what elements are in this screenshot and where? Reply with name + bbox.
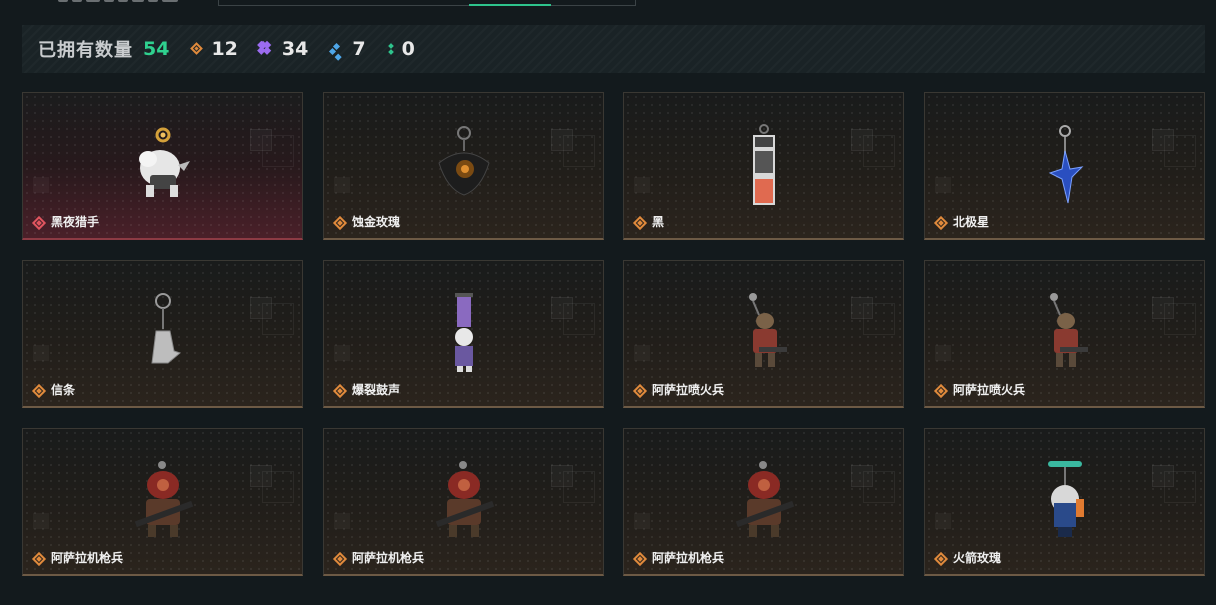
sub-tab-bar[interactable]: [218, 0, 636, 6]
rarity-count: 7: [352, 38, 366, 60]
charm-name: 阿萨拉机枪兵: [652, 551, 725, 565]
machinegunner-charm-icon: [435, 461, 494, 537]
machinegunner-charm-icon: [735, 461, 794, 537]
orange-rarity-diamond-icon: [935, 385, 947, 397]
charm-card[interactable]: 阿萨拉机枪兵: [623, 428, 904, 576]
orange-rarity-diamond-icon: [334, 553, 346, 565]
active-tab-indicator: [469, 4, 551, 6]
rocket-rose-charm-icon: [1047, 461, 1084, 537]
machinegunner-charm-icon: [134, 461, 193, 537]
orange-diamond-icon: [191, 43, 203, 55]
charm-card[interactable]: 阿萨拉机枪兵: [323, 428, 604, 576]
silver-hand-charm-icon: [150, 293, 181, 364]
charm-name: 爆裂鼓声: [352, 383, 401, 397]
charm-name: 黑夜猎手: [51, 215, 100, 229]
flamethrower-soldier-charm-icon: [1049, 293, 1088, 367]
orange-rarity-diamond-icon: [334, 217, 346, 229]
flamethrower-soldier-charm-icon: [748, 293, 787, 367]
orange-rarity-diamond-icon: [634, 217, 646, 229]
orange-rarity-diamond-icon: [634, 553, 646, 565]
charm-name: 北极星: [953, 215, 990, 229]
charm-card[interactable]: 黑: [623, 92, 904, 240]
owned-count-label: 已拥有数量: [38, 40, 133, 61]
orange-rarity-diamond-icon: [634, 385, 646, 397]
ownership-stats-bar: 已拥有数量 54 12 34 7 0: [22, 25, 1205, 73]
rarity-counter-orange: 12: [191, 38, 237, 60]
charm-name: 蚀金玫瑰: [352, 215, 401, 229]
orange-rarity-diamond-icon: [935, 217, 947, 229]
nav-tab-fragment[interactable]: [58, 0, 186, 4]
charm-card[interactable]: 黑夜猎手: [22, 92, 303, 240]
charm-card[interactable]: 信条: [22, 260, 303, 408]
orange-rarity-diamond-icon: [33, 553, 45, 565]
rarity-count: 34: [281, 38, 309, 60]
blue-star-charm-icon: [1048, 125, 1083, 204]
rarity-counter-purple: 34: [260, 38, 308, 60]
black-rose-charm-icon: [437, 126, 490, 196]
charm-card[interactable]: 北极星: [924, 92, 1205, 240]
charm-card[interactable]: 阿萨拉喷火兵: [924, 260, 1205, 408]
charm-name: 黑: [652, 215, 665, 229]
charm-name: 阿萨拉喷火兵: [953, 383, 1026, 397]
charm-name: 阿萨拉喷火兵: [652, 383, 725, 397]
charm-name: 阿萨拉机枪兵: [51, 551, 124, 565]
rarity-count: 12: [211, 38, 238, 60]
charm-name: 火箭玫瑰: [953, 551, 1002, 565]
owned-count-value: 54: [143, 38, 170, 60]
green-dots-icon: [388, 42, 394, 56]
charm-card[interactable]: 阿萨拉机枪兵: [22, 428, 303, 576]
orange-rarity-diamond-icon: [33, 385, 45, 397]
red-rarity-diamond-icon: [33, 217, 45, 229]
drum-figure-charm-icon: [454, 293, 473, 372]
rarity-counter-green: 0: [388, 38, 415, 60]
charm-card[interactable]: 火箭玫瑰: [924, 428, 1205, 576]
white-beast-charm-icon: [138, 127, 190, 197]
blue-diamond-icon: [330, 43, 344, 55]
charm-name: 阿萨拉机枪兵: [352, 551, 425, 565]
card-tag-charm-icon: [752, 124, 775, 205]
rarity-count: 0: [401, 38, 415, 60]
rarity-counter-blue: 7: [330, 38, 365, 60]
top-navigation: [0, 0, 1216, 8]
charm-name: 信条: [51, 383, 76, 397]
orange-rarity-diamond-icon: [935, 553, 947, 565]
charm-card[interactable]: 爆裂鼓声: [323, 260, 604, 408]
charm-card[interactable]: 阿萨拉喷火兵: [623, 260, 904, 408]
charm-card[interactable]: 蚀金玫瑰: [323, 92, 604, 240]
orange-rarity-diamond-icon: [334, 385, 346, 397]
purple-diamond-icon: [260, 42, 274, 56]
